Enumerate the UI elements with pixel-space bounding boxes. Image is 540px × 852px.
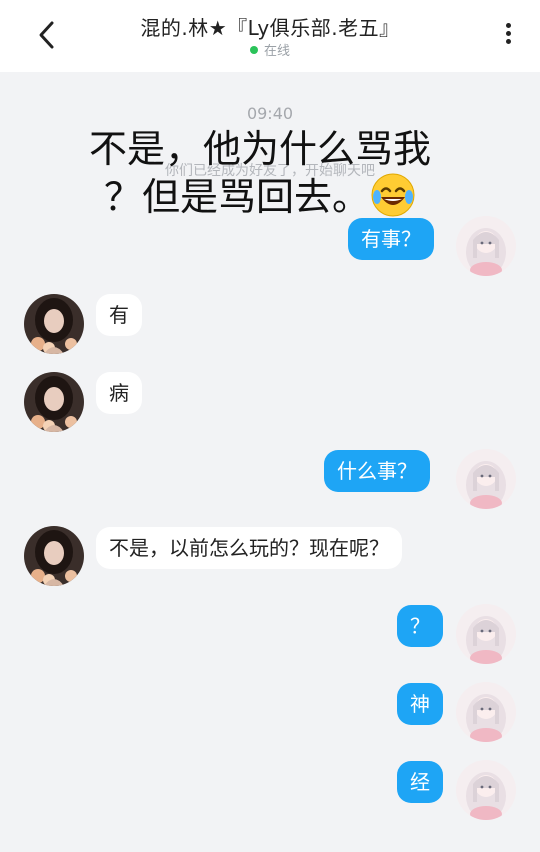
online-status-label: 在线 [263,44,290,59]
laughing-tears-emoji-icon [370,172,416,218]
anime-girl-avatar-icon [456,449,516,509]
message-bubble-outgoing[interactable]: 神 [397,683,443,725]
anime-girl-avatar-icon [456,760,516,820]
more-vertical-icon [498,23,518,44]
self-avatar[interactable] [456,682,516,742]
contact-photo-icon [24,526,84,586]
message-bubble-incoming[interactable]: 病 [96,372,142,414]
contact-avatar[interactable] [24,294,84,354]
message-bubble-outgoing[interactable]: ？ [397,605,443,647]
contact-photo-icon [24,372,84,432]
anime-girl-avatar-icon [456,682,516,742]
contact-avatar[interactable] [24,372,84,432]
message-bubble-outgoing[interactable]: 什么事？ [324,450,430,492]
chat-header: 混的.林★『Ly俱乐部.老五』 在线 [0,0,540,72]
online-dot [249,46,258,54]
anime-girl-avatar-icon [456,604,516,664]
self-avatar[interactable] [456,449,516,509]
online-status: 在线 [0,40,540,59]
overlay-caption: 不是，他为什么骂我 ？但是骂回去。 [40,126,480,220]
more-options-button[interactable] [498,20,518,52]
message-bubble-outgoing[interactable]: 有事？ [348,218,434,260]
message-timestamp: 09:40 [246,104,294,123]
self-avatar[interactable] [456,216,516,276]
self-avatar[interactable] [456,760,516,820]
message-bubble-incoming[interactable]: 有 [96,294,142,336]
anime-girl-avatar-icon [456,216,516,276]
contact-photo-icon [24,294,84,354]
chat-title: 混的.林★『Ly俱乐部.老五』 [140,16,400,40]
caption-line-1: 不是，他为什么骂我 [88,127,431,171]
contact-avatar[interactable] [24,526,84,586]
caption-line-2: ？但是骂回去。 [103,175,370,219]
message-bubble-outgoing[interactable]: 经 [397,761,443,803]
message-bubble-incoming[interactable]: 不是，以前怎么玩的？现在呢？ [96,527,402,569]
self-avatar[interactable] [456,604,516,664]
